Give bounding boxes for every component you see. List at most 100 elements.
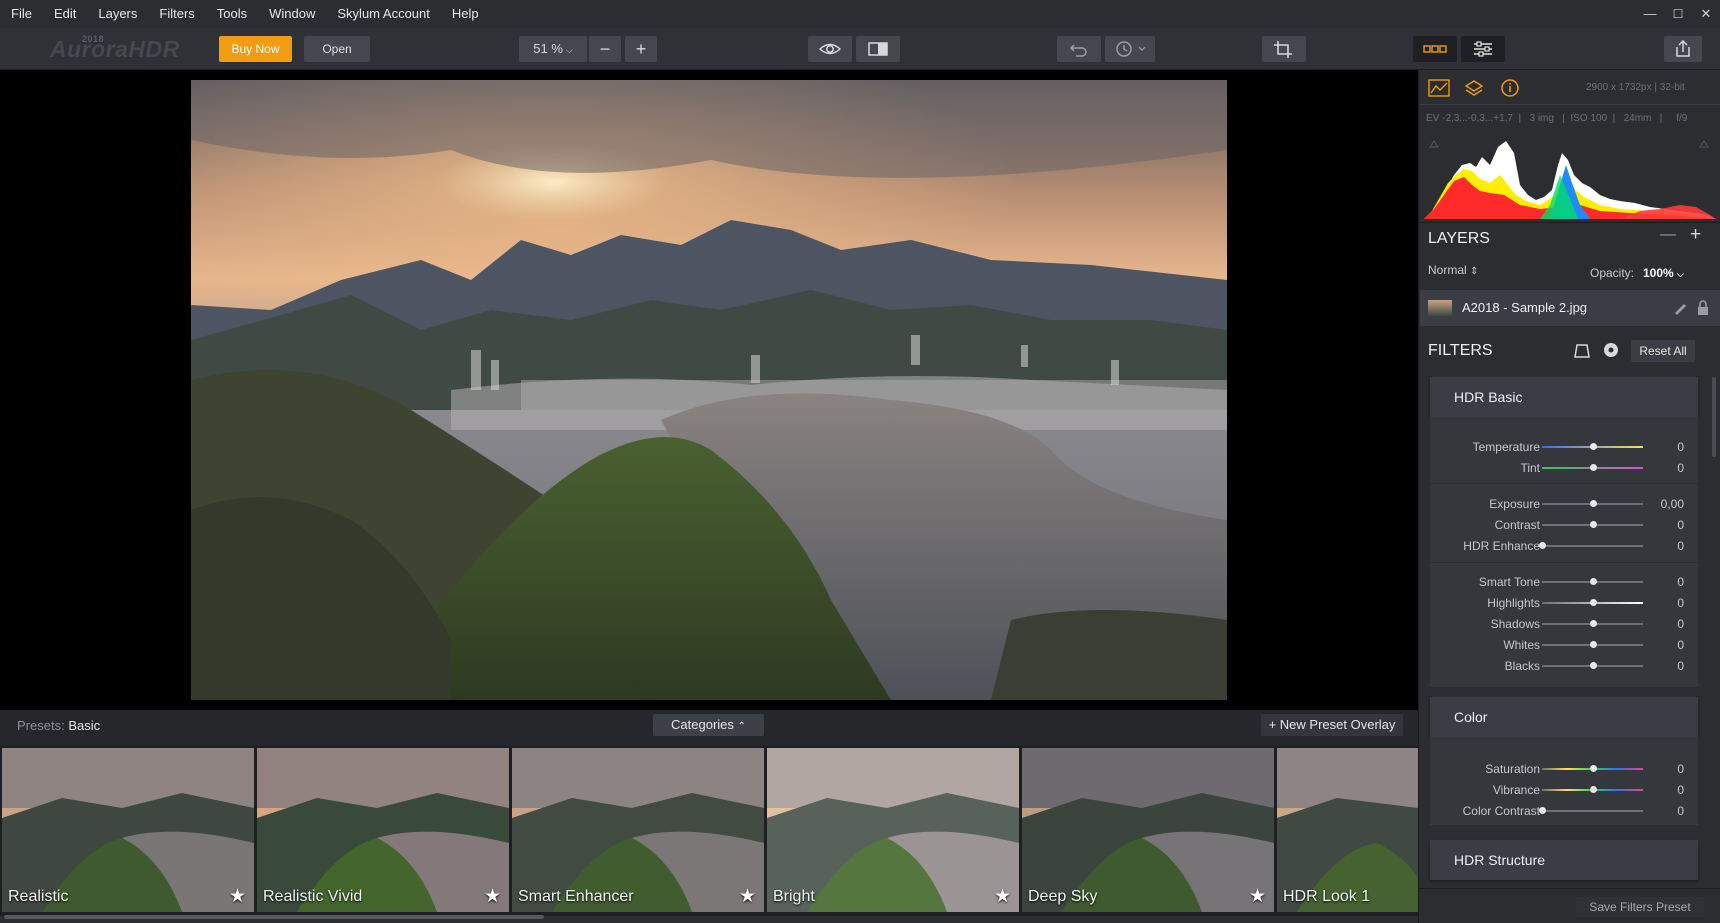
slider-label: HDR Enhance bbox=[1463, 539, 1540, 553]
star-icon[interactable]: ★ bbox=[739, 885, 756, 908]
layer-row[interactable]: A2018 - Sample 2.jpg bbox=[1420, 290, 1720, 326]
slider-track[interactable] bbox=[1542, 810, 1643, 812]
undo-button[interactable] bbox=[1057, 36, 1101, 62]
highlights-slider[interactable]: Highlights 0 bbox=[1430, 593, 1698, 613]
slider-knob[interactable] bbox=[1589, 662, 1597, 669]
divider bbox=[1430, 562, 1698, 563]
star-icon[interactable]: ★ bbox=[994, 885, 1011, 908]
tint-slider[interactable]: Tint 0 bbox=[1430, 458, 1698, 478]
slider-knob[interactable] bbox=[1589, 786, 1597, 793]
whites-slider[interactable]: Whites 0 bbox=[1430, 635, 1698, 655]
preview-button[interactable] bbox=[808, 36, 852, 62]
open-button[interactable]: Open bbox=[304, 36, 370, 62]
brush-icon[interactable] bbox=[1672, 300, 1688, 321]
menu-file[interactable]: File bbox=[0, 0, 43, 28]
zoom-out-button[interactable]: − bbox=[589, 36, 621, 62]
slider-knob[interactable] bbox=[1589, 521, 1597, 528]
contrast-slider[interactable]: Contrast 0 bbox=[1430, 515, 1698, 535]
star-icon[interactable]: ★ bbox=[1249, 885, 1266, 908]
new-preset-overlay-button[interactable]: + New Preset Overlay bbox=[1261, 714, 1403, 736]
slider-track[interactable] bbox=[1542, 545, 1643, 547]
slider-label: Contrast bbox=[1494, 518, 1540, 532]
chevron-up-icon: ⌃ bbox=[737, 721, 746, 732]
remove-layer-button[interactable]: — bbox=[1660, 226, 1676, 244]
smart-tone-slider[interactable]: Smart Tone 0 bbox=[1430, 572, 1698, 592]
preset-thumbnail[interactable]: Deep Sky ★ bbox=[1022, 748, 1274, 912]
categories-button[interactable]: Categories ⌃ bbox=[653, 714, 764, 736]
share-button[interactable] bbox=[1664, 36, 1702, 62]
slider-label: Blacks bbox=[1504, 659, 1540, 673]
layers-icon[interactable] bbox=[1464, 78, 1484, 103]
buy-now-button[interactable]: Buy Now bbox=[219, 36, 292, 62]
slider-knob[interactable] bbox=[1589, 443, 1597, 450]
adjustments-button[interactable] bbox=[1461, 36, 1505, 62]
share-icon bbox=[1676, 39, 1690, 57]
panel-scrollbar[interactable] bbox=[1712, 377, 1716, 457]
maximize-button[interactable]: ☐ bbox=[1666, 0, 1690, 28]
preset-thumbnail[interactable]: Bright ★ bbox=[767, 748, 1019, 912]
history-button[interactable] bbox=[1105, 36, 1155, 62]
eye-icon bbox=[818, 43, 842, 55]
saturation-slider[interactable]: Saturation 0 bbox=[1430, 759, 1698, 779]
preset-thumbnail[interactable]: Realistic Vivid ★ bbox=[257, 748, 509, 912]
slider-value: 0 bbox=[1677, 575, 1684, 589]
zoom-in-button[interactable]: + bbox=[625, 36, 657, 62]
logo-year: 2018 bbox=[82, 34, 105, 44]
opacity-value: 100% bbox=[1643, 266, 1674, 280]
save-filters-preset-button[interactable]: Save Filters Preset bbox=[1576, 897, 1704, 917]
opacity-select[interactable]: 100% ⌵ bbox=[1643, 266, 1684, 280]
menu-window[interactable]: Window bbox=[258, 0, 326, 28]
slider-label: Vibrance bbox=[1492, 783, 1540, 797]
history-icon bbox=[1116, 41, 1146, 57]
presets-category-label: Presets: Basic bbox=[17, 718, 100, 733]
preset-thumbnail[interactable]: Smart Enhancer ★ bbox=[512, 748, 764, 912]
star-icon[interactable]: ★ bbox=[229, 885, 246, 908]
temperature-slider[interactable]: Temperature 0 bbox=[1430, 437, 1698, 457]
menu-tools[interactable]: Tools bbox=[206, 0, 258, 28]
slider-knob[interactable] bbox=[1539, 542, 1546, 549]
preset-name: Smart Enhancer bbox=[518, 888, 634, 905]
crop-button[interactable] bbox=[1262, 36, 1306, 62]
mask-icon[interactable] bbox=[1573, 343, 1591, 364]
hdr-structure-title: HDR Structure bbox=[1454, 852, 1546, 868]
slider-knob[interactable] bbox=[1589, 599, 1597, 606]
menu-layers[interactable]: Layers bbox=[87, 0, 148, 28]
slider-knob[interactable] bbox=[1589, 500, 1597, 507]
zoom-select[interactable]: 51 % ⌵ bbox=[519, 36, 587, 62]
adjustments-icon bbox=[1474, 41, 1492, 57]
info-icon[interactable] bbox=[1500, 78, 1520, 103]
vibrance-slider[interactable]: Vibrance 0 bbox=[1430, 780, 1698, 800]
slider-knob[interactable] bbox=[1589, 765, 1597, 772]
menu-skylum-account[interactable]: Skylum Account bbox=[326, 0, 441, 28]
reset-all-button[interactable]: Reset All bbox=[1631, 340, 1695, 362]
menu-help[interactable]: Help bbox=[441, 0, 490, 28]
blacks-slider[interactable]: Blacks 0 bbox=[1430, 656, 1698, 676]
lock-icon[interactable] bbox=[1696, 300, 1710, 321]
slider-knob[interactable] bbox=[1539, 807, 1546, 814]
star-icon[interactable]: ★ bbox=[484, 885, 501, 908]
aperture-icon[interactable] bbox=[1603, 342, 1619, 363]
slider-knob[interactable] bbox=[1589, 620, 1597, 627]
minimize-button[interactable]: — bbox=[1638, 0, 1662, 28]
exposure-slider[interactable]: Exposure 0,00 bbox=[1430, 494, 1698, 514]
blend-mode-select[interactable]: Normal ⇕ bbox=[1428, 263, 1478, 277]
close-button[interactable]: ✕ bbox=[1694, 0, 1718, 28]
slider-knob[interactable] bbox=[1589, 641, 1597, 648]
shadows-slider[interactable]: Shadows 0 bbox=[1430, 614, 1698, 634]
color-contrast-slider[interactable]: Color Contrast 0 bbox=[1430, 801, 1698, 821]
add-layer-button[interactable]: + bbox=[1690, 224, 1701, 246]
slider-knob[interactable] bbox=[1589, 578, 1597, 585]
presets-view-button[interactable] bbox=[1413, 36, 1457, 62]
histogram-icon[interactable] bbox=[1428, 79, 1450, 102]
preset-thumbnail[interactable]: Realistic ★ bbox=[2, 748, 254, 912]
preset-thumbnail[interactable]: HDR Look 1 bbox=[1277, 748, 1418, 912]
hdr-enhance-slider[interactable]: HDR Enhance 0 bbox=[1430, 536, 1698, 556]
presets-strip: Realistic ★ Realistic Vivid ★ Smart Enha… bbox=[0, 746, 1418, 916]
slider-value: 0 bbox=[1677, 762, 1684, 776]
presets-scrollbar[interactable] bbox=[4, 915, 544, 919]
compare-button[interactable] bbox=[856, 36, 900, 62]
slider-knob[interactable] bbox=[1589, 464, 1597, 471]
menu-filters[interactable]: Filters bbox=[148, 0, 205, 28]
preset-name: Realistic bbox=[8, 888, 69, 905]
menu-edit[interactable]: Edit bbox=[43, 0, 87, 28]
